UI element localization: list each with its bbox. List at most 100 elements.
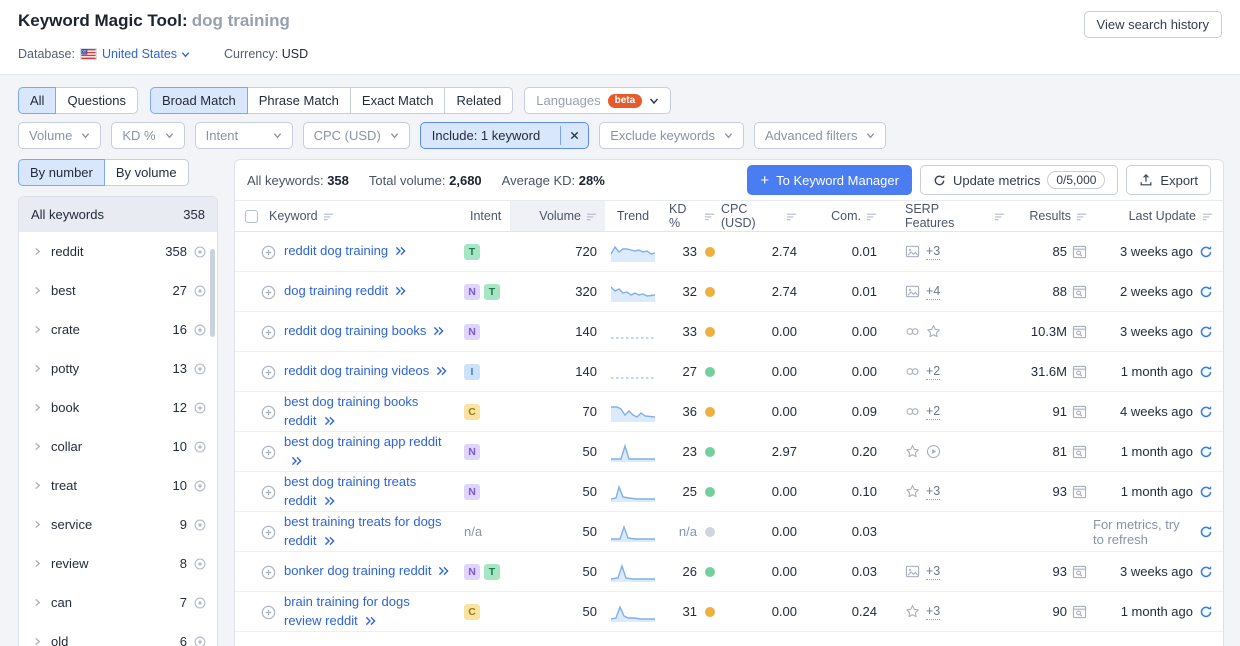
keyword-link[interactable]: best dog training treats reddit [284, 474, 416, 508]
keyword-link[interactable]: reddit dog training [284, 243, 388, 258]
sort-by-volume-button[interactable]: By volume [104, 159, 189, 186]
filter-include-keywords[interactable]: Include: 1 keyword [420, 122, 589, 149]
refresh-icon[interactable] [1199, 445, 1213, 459]
keyword-link[interactable]: reddit dog training books [284, 323, 426, 338]
serp-more-link[interactable]: +3 [926, 563, 940, 580]
filter-advanced[interactable]: Advanced filters [754, 122, 887, 149]
serp-more-link[interactable]: +4 [926, 283, 940, 300]
serp-preview-icon[interactable] [1072, 325, 1087, 339]
select-all-checkbox[interactable] [245, 210, 258, 223]
eye-icon[interactable] [193, 557, 207, 571]
serp-more-link[interactable]: +2 [926, 363, 940, 380]
keyword-link[interactable]: best dog training books reddit [284, 394, 418, 428]
refresh-icon[interactable] [1199, 605, 1213, 619]
eye-icon[interactable] [193, 323, 207, 337]
refresh-icon[interactable] [1199, 245, 1213, 259]
add-to-manager-icon[interactable] [261, 325, 276, 340]
serp-more-link[interactable]: +3 [926, 483, 940, 500]
serp-preview-icon[interactable] [1072, 285, 1087, 299]
tab-related[interactable]: Related [444, 87, 513, 114]
chevron-right-icon[interactable] [33, 325, 42, 334]
to-keyword-manager-button[interactable]: + To Keyword Manager [747, 165, 912, 195]
update-metrics-button[interactable]: Update metrics 0/5,000 [920, 165, 1118, 195]
group-item-crate[interactable]: crate16 [19, 310, 217, 349]
refresh-icon[interactable] [1199, 325, 1213, 339]
add-to-manager-icon[interactable] [261, 405, 276, 420]
database-selector[interactable]: Database: United States [18, 47, 190, 61]
keyword-link[interactable]: best dog training app reddit [284, 434, 442, 449]
filter-kd[interactable]: KD % [111, 122, 184, 149]
eye-icon[interactable] [193, 596, 207, 610]
group-item-book[interactable]: book12 [19, 388, 217, 427]
eye-icon[interactable] [193, 518, 207, 532]
add-to-manager-icon[interactable] [261, 525, 276, 540]
keyword-link[interactable]: bonker dog training reddit [284, 563, 431, 578]
open-keyword-icon[interactable] [324, 496, 335, 506]
chevron-right-icon[interactable] [33, 637, 42, 646]
open-keyword-icon[interactable] [365, 616, 376, 626]
open-keyword-icon[interactable] [324, 416, 335, 426]
view-search-history-button[interactable]: View search history [1084, 11, 1222, 38]
refresh-icon[interactable] [1199, 405, 1213, 419]
clear-include-filter-button[interactable] [560, 126, 588, 145]
open-keyword-icon[interactable] [395, 246, 406, 256]
filter-exclude-keywords[interactable]: Exclude keywords [599, 122, 744, 149]
languages-dropdown[interactable]: Languages beta [524, 87, 671, 114]
refresh-icon[interactable] [1199, 285, 1213, 299]
tab-questions[interactable]: Questions [55, 87, 138, 114]
open-keyword-icon[interactable] [291, 456, 302, 466]
refresh-icon[interactable] [1199, 485, 1213, 499]
add-to-manager-icon[interactable] [261, 605, 276, 620]
group-item-can[interactable]: can7 [19, 583, 217, 622]
keyword-link[interactable]: brain training for dogs review reddit [284, 594, 410, 628]
open-keyword-icon[interactable] [395, 286, 406, 296]
filter-volume[interactable]: Volume [18, 122, 101, 149]
all-keywords-group[interactable]: All keywords 358 [19, 197, 217, 232]
add-to-manager-icon[interactable] [261, 565, 276, 580]
filter-cpc[interactable]: CPC (USD) [303, 122, 410, 149]
chevron-right-icon[interactable] [33, 247, 42, 256]
group-item-collar[interactable]: collar10 [19, 427, 217, 466]
col-serp-features[interactable]: SERP Features [883, 201, 1005, 231]
chevron-right-icon[interactable] [33, 442, 42, 451]
chevron-right-icon[interactable] [33, 481, 42, 490]
add-to-manager-icon[interactable] [261, 285, 276, 300]
group-item-old[interactable]: old6 [19, 622, 217, 646]
sort-by-number-button[interactable]: By number [18, 159, 105, 186]
serp-preview-icon[interactable] [1072, 485, 1087, 499]
chevron-right-icon[interactable] [33, 286, 42, 295]
chevron-right-icon[interactable] [33, 364, 42, 373]
chevron-right-icon[interactable] [33, 403, 42, 412]
col-last-update[interactable]: Last Update [1093, 201, 1223, 231]
keyword-link[interactable]: dog training reddit [284, 283, 388, 298]
col-cpc[interactable]: CPC (USD) [721, 201, 807, 231]
chevron-right-icon[interactable] [33, 559, 42, 568]
col-keyword[interactable]: Keyword [261, 201, 460, 231]
open-keyword-icon[interactable] [433, 326, 444, 336]
refresh-icon[interactable] [1199, 565, 1213, 579]
group-item-reddit[interactable]: reddit358 [19, 232, 217, 271]
chevron-right-icon[interactable] [33, 520, 42, 529]
open-keyword-icon[interactable] [324, 536, 335, 546]
group-item-review[interactable]: review8 [19, 544, 217, 583]
add-to-manager-icon[interactable] [261, 365, 276, 380]
refresh-icon[interactable] [1199, 525, 1213, 539]
tab-all[interactable]: All [18, 87, 56, 114]
open-keyword-icon[interactable] [438, 566, 449, 576]
serp-more-link[interactable]: +3 [926, 243, 940, 260]
keyword-link[interactable]: best training treats for dogs reddit [284, 514, 442, 548]
serp-preview-icon[interactable] [1072, 565, 1087, 579]
refresh-icon[interactable] [1199, 365, 1213, 379]
eye-icon[interactable] [193, 362, 207, 376]
col-competition[interactable]: Com. [807, 201, 883, 231]
serp-preview-icon[interactable] [1072, 245, 1087, 259]
tab-broad-match[interactable]: Broad Match [150, 87, 248, 114]
group-item-treat[interactable]: treat10 [19, 466, 217, 505]
group-item-potty[interactable]: potty13 [19, 349, 217, 388]
tab-exact-match[interactable]: Exact Match [350, 87, 446, 114]
eye-icon[interactable] [193, 401, 207, 415]
keyword-link[interactable]: reddit dog training videos [284, 363, 429, 378]
sidebar-scrollbar[interactable] [210, 249, 215, 337]
serp-preview-icon[interactable] [1072, 605, 1087, 619]
group-item-service[interactable]: service9 [19, 505, 217, 544]
